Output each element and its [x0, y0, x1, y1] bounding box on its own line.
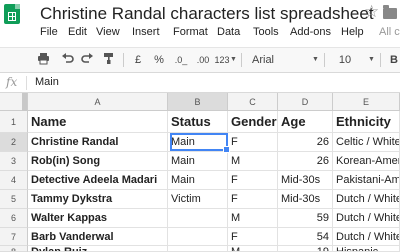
spreadsheet-grid: A B C D E 1 Name Status Gender Age Ethni…	[0, 93, 400, 252]
header-cell-name[interactable]: Name	[28, 111, 168, 133]
cell-status[interactable]	[168, 246, 228, 252]
cell-gender[interactable]: F	[228, 228, 278, 246]
undo-icon[interactable]	[60, 52, 74, 68]
menu-file[interactable]: File	[40, 26, 58, 38]
cell-ethnicity[interactable]: Dutch / White	[333, 228, 400, 246]
cell-name[interactable]: Rob(in) Song	[28, 152, 168, 171]
toolbar: £ % .0_ .00 123 ▼ Arial ▼ 10 ▼ B	[0, 47, 400, 73]
bold-button[interactable]: B	[389, 52, 399, 68]
menu-edit[interactable]: Edit	[68, 26, 87, 38]
row-header[interactable]: 4	[0, 171, 28, 190]
menu-tools[interactable]: Tools	[253, 26, 279, 38]
decrease-decimals-button[interactable]: .0_	[172, 52, 190, 68]
font-size-select[interactable]: 10	[338, 52, 352, 68]
cell-ethnicity[interactable]: Dutch / White	[333, 209, 400, 228]
cell-ethnicity[interactable]: Korean-Americ	[333, 152, 400, 171]
cell-ethnicity[interactable]: Hispanic	[333, 246, 400, 252]
percent-button[interactable]: %	[153, 52, 165, 68]
cell-name[interactable]: Tammy Dykstra	[28, 190, 168, 209]
header-cell-gender[interactable]: Gender	[228, 111, 278, 133]
cell-status[interactable]: Victim	[168, 190, 228, 209]
cell-gender[interactable]: M	[228, 209, 278, 228]
header-cell-ethnicity[interactable]: Ethnicity	[333, 111, 400, 133]
cell-status[interactable]	[168, 209, 228, 228]
menu-insert[interactable]: Insert	[132, 26, 160, 38]
column-header-b[interactable]: B	[168, 93, 228, 111]
cell-gender[interactable]: F	[228, 133, 278, 152]
cell-gender[interactable]: M	[228, 152, 278, 171]
column-header-a[interactable]: A	[28, 93, 168, 111]
cell-name[interactable]: Detective Adeela Madari	[28, 171, 168, 190]
folder-icon[interactable]	[383, 5, 397, 19]
row-header[interactable]: 7	[0, 228, 28, 246]
menu-data[interactable]: Data	[217, 26, 240, 38]
cell-ethnicity[interactable]: Dutch / White	[333, 190, 400, 209]
cell-status[interactable]: Main	[168, 133, 228, 152]
formula-bar: fx Main	[0, 73, 400, 93]
cell-status[interactable]	[168, 228, 228, 246]
more-formats-button[interactable]: 123	[214, 52, 230, 68]
paint-format-icon[interactable]	[101, 52, 115, 68]
menu-view[interactable]: View	[96, 26, 120, 38]
menu-format[interactable]: Format	[173, 26, 208, 38]
cell-ethnicity[interactable]: Pakistani-Ame	[333, 171, 400, 190]
cell-name[interactable]: Christine Randal	[28, 133, 168, 152]
star-icon[interactable]: ☆	[364, 2, 379, 22]
menu-help[interactable]: Help	[341, 26, 364, 38]
currency-button[interactable]: £	[133, 52, 143, 68]
document-title[interactable]: Christine Randal characters list spreads…	[40, 4, 374, 24]
cell-age[interactable]: 26	[278, 133, 333, 152]
row-header[interactable]: 3	[0, 152, 28, 171]
row-header[interactable]: 5	[0, 190, 28, 209]
chevron-down-icon[interactable]: ▼	[312, 52, 319, 68]
cell-name[interactable]: Walter Kappas	[28, 209, 168, 228]
column-header-e[interactable]: E	[333, 93, 400, 111]
cell-status[interactable]: Main	[168, 171, 228, 190]
increase-decimals-button[interactable]: .00	[193, 52, 213, 68]
menu-addons[interactable]: Add-ons	[290, 26, 331, 38]
redo-icon[interactable]	[80, 52, 94, 68]
cell-name[interactable]: Dylan Ruiz	[28, 246, 168, 252]
cell-age[interactable]: Mid-30s	[278, 190, 333, 209]
cell-gender[interactable]: F	[228, 171, 278, 190]
cell-ethnicity[interactable]: Celtic / White	[333, 133, 400, 152]
cell-gender[interactable]: F	[228, 190, 278, 209]
cell-age[interactable]: 26	[278, 152, 333, 171]
cell-age[interactable]: 19	[278, 246, 333, 252]
font-family-select[interactable]: Arial	[252, 52, 282, 68]
cell-gender[interactable]: M	[228, 246, 278, 252]
title-bar: Christine Randal characters list spreads…	[0, 0, 400, 24]
chevron-down-icon[interactable]: ▼	[368, 52, 375, 68]
formula-input[interactable]: Main	[35, 76, 59, 88]
cell-age[interactable]: Mid-30s	[278, 171, 333, 190]
header-cell-status[interactable]: Status	[168, 111, 228, 133]
chevron-down-icon[interactable]: ▼	[230, 52, 237, 68]
cell-age[interactable]: 54	[278, 228, 333, 246]
row-header[interactable]: 8	[0, 246, 28, 252]
row-header[interactable]: 1	[0, 111, 28, 133]
row-header[interactable]: 2	[0, 133, 28, 152]
column-header-c[interactable]: C	[228, 93, 278, 111]
function-icon: fx	[6, 75, 18, 89]
menu-all-changes[interactable]: All c	[379, 26, 400, 38]
select-all-corner[interactable]	[0, 93, 28, 111]
print-icon[interactable]	[36, 52, 50, 68]
cell-status[interactable]: Main	[168, 152, 228, 171]
row-header[interactable]: 6	[0, 209, 28, 228]
column-header-d[interactable]: D	[278, 93, 333, 111]
cell-name[interactable]: Barb Vanderwal	[28, 228, 168, 246]
sheets-logo-icon[interactable]	[4, 4, 20, 24]
cell-age[interactable]: 59	[278, 209, 333, 228]
header-cell-age[interactable]: Age	[278, 111, 333, 133]
